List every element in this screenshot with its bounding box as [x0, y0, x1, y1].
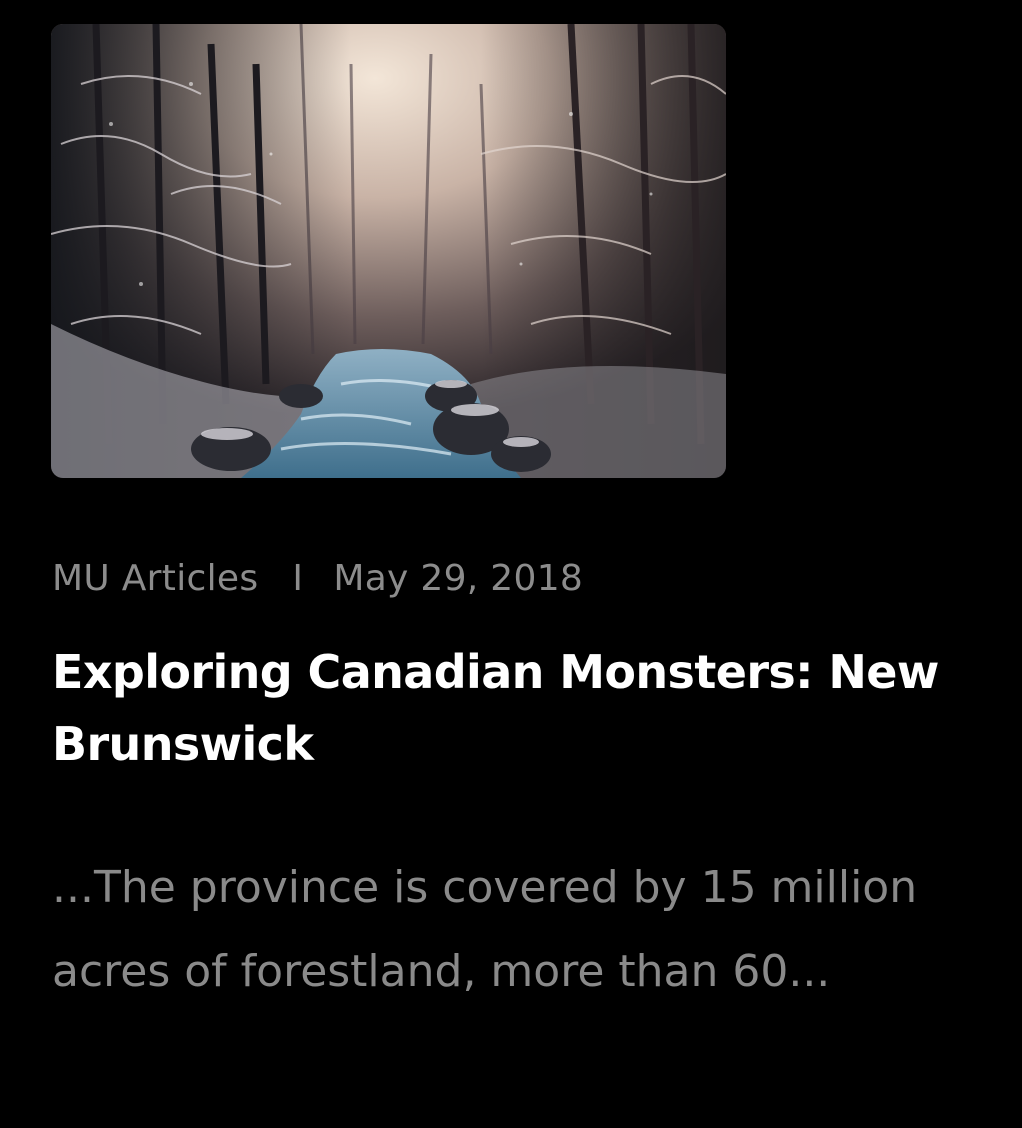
- article-category-link[interactable]: MU Articles: [52, 558, 258, 599]
- meta-separator: I: [292, 557, 304, 599]
- article-excerpt: ...The province is covered by 15 million…: [52, 862, 918, 997]
- article-date: May 29, 2018: [333, 557, 584, 599]
- article-thumbnail[interactable]: [51, 24, 726, 478]
- article-title[interactable]: Exploring Canadian Monsters: New Brunswi…: [52, 636, 1012, 780]
- article-meta: MU Articles I May 29, 2018: [52, 553, 583, 603]
- article-card: MU Articles I May 29, 2018 Exploring Can…: [0, 0, 1022, 1128]
- snowy-forest-stream-image: [51, 24, 726, 478]
